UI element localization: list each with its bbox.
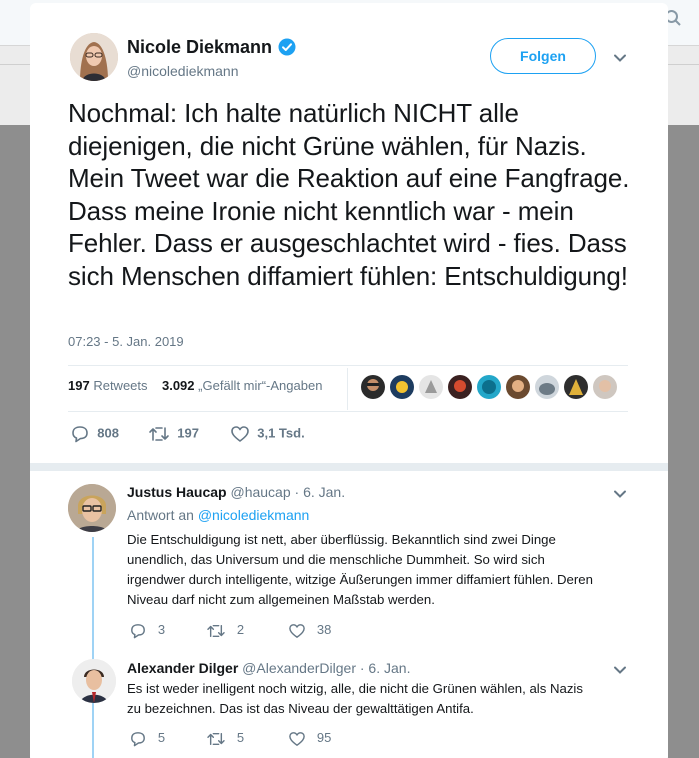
tweet-permalink-modal: Nicole Diekmann @nicolediekmann Folgen N…	[30, 3, 668, 758]
retweet-action-count: 197	[177, 425, 199, 441]
author-avatar[interactable]	[70, 33, 118, 81]
retweet-count: 197	[68, 378, 90, 393]
heart-icon	[289, 731, 305, 746]
liker-avatar[interactable]	[477, 375, 501, 399]
tweet-stats: 197 Retweets 3.092 „Gefällt mir“-Angaben	[68, 378, 322, 393]
like-action[interactable]: 38	[288, 622, 331, 639]
heart-icon	[289, 623, 305, 638]
reply-date[interactable]: · 6. Jan.	[295, 484, 346, 500]
thread-connector	[92, 537, 94, 758]
retweet-label: Retweets	[93, 378, 148, 393]
search-icon[interactable]	[664, 8, 694, 34]
retweet-icon	[207, 732, 225, 745]
chevron-down-icon[interactable]	[612, 662, 628, 678]
follow-button[interactable]: Folgen	[490, 38, 596, 74]
reply-context: Antwort an @nicolediekmann	[127, 507, 309, 523]
liker-avatar[interactable]	[506, 375, 530, 399]
reply-text: Die Entschuldigung ist nett, aber überfl…	[127, 532, 593, 607]
author-name[interactable]: Nicole Diekmann	[127, 37, 272, 58]
liker-avatar[interactable]	[593, 375, 617, 399]
chevron-down-icon[interactable]	[612, 50, 628, 66]
reply-count: 5	[157, 730, 166, 745]
retweet-count: 5	[236, 730, 245, 745]
like-count: 3.092	[161, 378, 195, 393]
chevron-down-icon[interactable]	[612, 486, 628, 502]
like-count: 95	[316, 730, 332, 745]
reply-avatar[interactable]	[72, 659, 116, 703]
reply-action[interactable]: 5	[129, 730, 165, 747]
retweet-icon	[149, 427, 169, 441]
retweet-action[interactable]: 197	[148, 425, 199, 443]
reply-icon	[131, 731, 145, 746]
verified-badge-icon	[278, 38, 296, 56]
like-label: „Gefällt mir“-Angaben	[198, 378, 323, 393]
divider	[68, 411, 628, 412]
reply-author-handle[interactable]: @haucap	[230, 484, 290, 500]
liker-avatar[interactable]	[361, 375, 385, 399]
retweet-stat[interactable]: 197 Retweets	[68, 378, 148, 393]
author-handle[interactable]: @nicolediekmann	[127, 63, 239, 79]
liker-avatar[interactable]	[564, 375, 588, 399]
retweet-count: 2	[236, 622, 245, 637]
like-action[interactable]: 95	[288, 730, 331, 747]
like-stat[interactable]: 3.092 „Gefällt mir“-Angaben	[162, 378, 322, 393]
retweet-action[interactable]: 5	[206, 730, 244, 747]
liker-avatar[interactable]	[390, 375, 414, 399]
reply-action[interactable]: 808	[70, 425, 119, 443]
reply-avatar[interactable]	[68, 484, 116, 532]
reply-count: 808	[97, 425, 119, 441]
reply-author-name[interactable]: Justus Haucap	[127, 484, 227, 500]
tweet-timestamp[interactable]: 07:23 - 5. Jan. 2019	[68, 334, 184, 349]
like-action[interactable]: 3,1 Tsd.	[230, 425, 305, 443]
liker-avatar[interactable]	[448, 375, 472, 399]
liker-avatar[interactable]	[535, 375, 559, 399]
reply-icon	[72, 426, 88, 443]
reply-to-handle-link[interactable]: @nicolediekmann	[198, 507, 310, 523]
reply-to-label: Antwort an	[127, 507, 194, 523]
like-count: 38	[316, 622, 332, 637]
reply-count: 3	[157, 622, 166, 637]
liker-avatar[interactable]	[419, 375, 443, 399]
heart-icon	[231, 426, 249, 442]
stats-separator	[347, 368, 348, 410]
tweet-text: Nochmal: Ich halte natürlich NICHT alle …	[68, 98, 630, 291]
divider	[68, 365, 628, 366]
reply-action[interactable]: 3	[129, 622, 165, 639]
retweet-action[interactable]: 2	[206, 622, 244, 639]
reply-author-line: Alexander Dilger @AlexanderDilger · 6. J…	[127, 660, 410, 676]
reply-author-handle[interactable]: @AlexanderDilger	[242, 660, 356, 676]
reply-icon	[131, 623, 145, 638]
reply-author-name[interactable]: Alexander Dilger	[127, 660, 238, 676]
retweet-icon	[207, 624, 225, 637]
section-separator	[30, 463, 668, 471]
reply-text: Es ist weder inelligent noch witzig, all…	[127, 681, 583, 716]
like-action-count: 3,1 Tsd.	[257, 425, 305, 441]
reply-author-line: Justus Haucap @haucap · 6. Jan.	[127, 484, 345, 500]
reply-date[interactable]: · 6. Jan.	[360, 660, 411, 676]
